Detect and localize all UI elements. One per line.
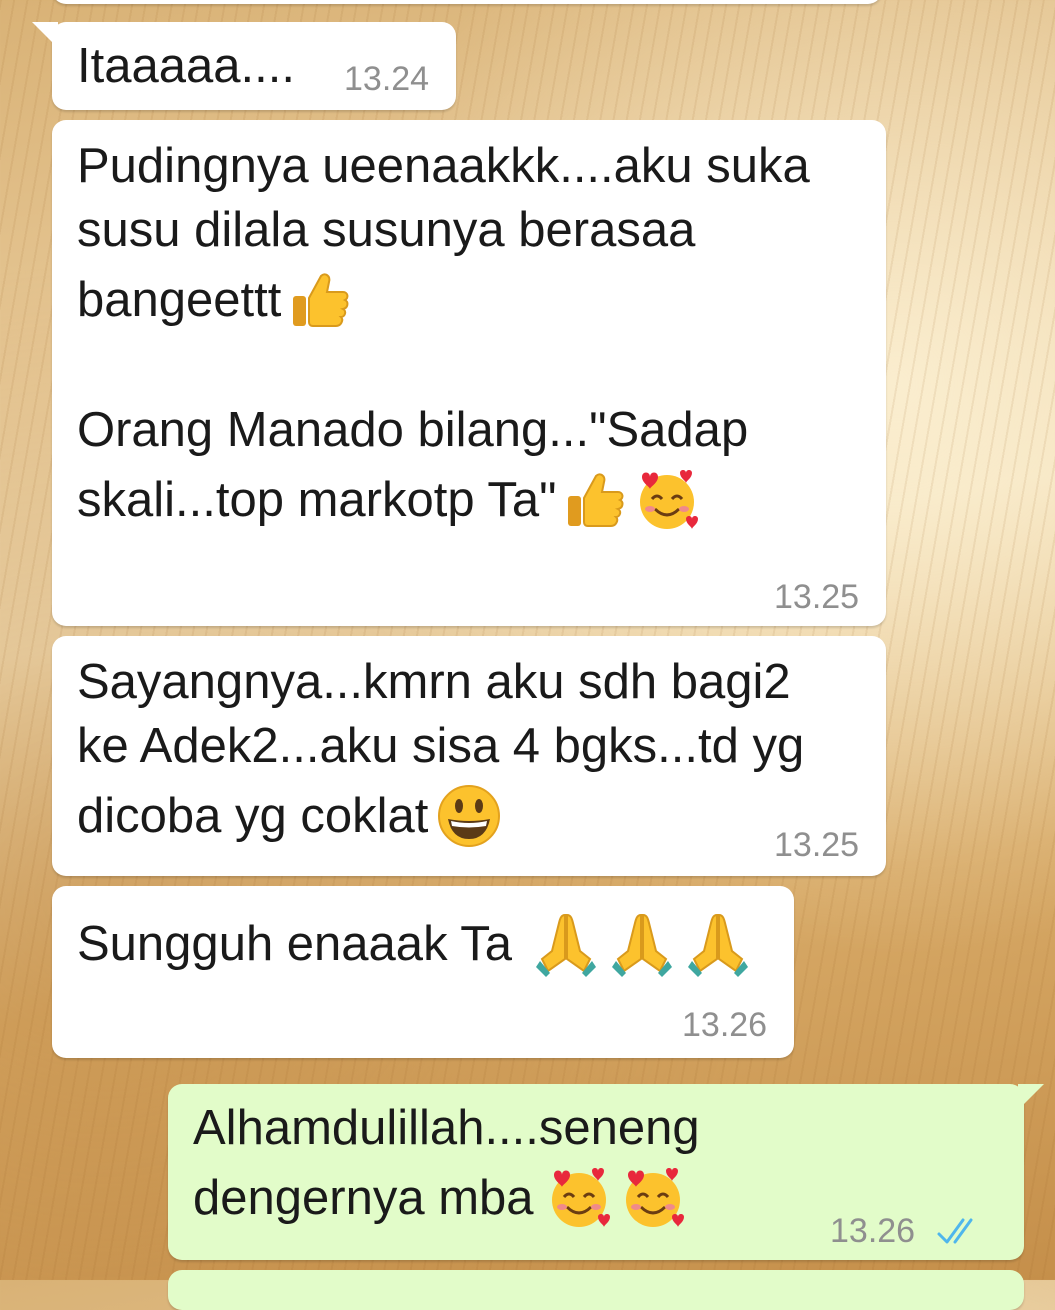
- message-text-line: Orang Manado bilang..."Sadap: [77, 403, 749, 457]
- message-text-line: dicoba yg coklat: [77, 789, 429, 843]
- grinning-face-icon: [434, 781, 504, 851]
- message-text-line: Pudingnya ueenaakkk....aku suka: [77, 139, 810, 193]
- message-bubble-outgoing[interactable]: Alhamdulillah....seneng dengernya mba 13…: [168, 1084, 1044, 1260]
- thumbs-up-icon: [562, 468, 626, 532]
- message-text-line: Alhamdulillah....seneng: [193, 1101, 700, 1155]
- message-time: 13.25: [774, 826, 860, 864]
- message-time: 13.25: [774, 578, 860, 616]
- message-bubble-incoming[interactable]: Sungguh enaaak Ta 13.26: [52, 886, 794, 1058]
- message-bubble-incoming[interactable]: Pudingnya ueenaakkk....aku suka susu dil…: [52, 120, 886, 626]
- thumbs-up-icon: [287, 268, 351, 332]
- chat-area[interactable]: Itaaaaa.... 13.24 Pudingnya ueenaakkk...…: [0, 0, 1055, 1310]
- folded-hands-icon: [686, 909, 750, 979]
- message-bubble-incoming[interactable]: Sayangnya...kmrn aku sdh bagi2 ke Adek2.…: [52, 636, 886, 876]
- smiling-face-with-hearts-icon: [544, 1163, 614, 1233]
- message-body: Sayangnya...kmrn aku sdh bagi2 ke Adek2.…: [77, 650, 804, 854]
- message-body: Alhamdulillah....seneng dengernya mba: [193, 1096, 700, 1236]
- message-time: 13.26: [682, 1006, 768, 1044]
- message-text-line: ke Adek2...aku sisa 4 bgks...td yg: [77, 719, 805, 773]
- message-body: Pudingnya ueenaakkk....aku suka susu dil…: [77, 134, 810, 538]
- message-body: Sungguh enaaak Ta: [77, 906, 750, 982]
- message-text: Sungguh enaaak Ta: [77, 917, 513, 971]
- message-time: 13.24: [344, 60, 430, 98]
- message-bubble-next: [168, 1270, 1024, 1310]
- folded-hands-icon: [610, 909, 674, 979]
- message-text-line: skali...top markotp Ta": [77, 473, 557, 527]
- folded-hands-icon: [534, 909, 598, 979]
- message-text-line: bangeettt: [77, 273, 282, 327]
- read-receipt-double-check-icon: [937, 1218, 973, 1244]
- bubble-tail: [32, 22, 58, 48]
- bubble-tail: [1018, 1084, 1044, 1110]
- message-text-line: susu dilala susunya berasaa: [77, 203, 696, 257]
- smiling-face-with-hearts-icon: [632, 465, 702, 535]
- message-bubble-incoming[interactable]: Itaaaaa.... 13.24: [32, 22, 456, 110]
- message-text-line: dengernya mba: [193, 1171, 534, 1225]
- smiling-face-with-hearts-icon: [618, 1163, 688, 1233]
- message-bubble-previous: [52, 0, 882, 4]
- message-text-line: Sayangnya...kmrn aku sdh bagi2: [77, 655, 791, 709]
- message-time: 13.26: [830, 1212, 916, 1250]
- message-text: Itaaaaa....: [77, 39, 295, 93]
